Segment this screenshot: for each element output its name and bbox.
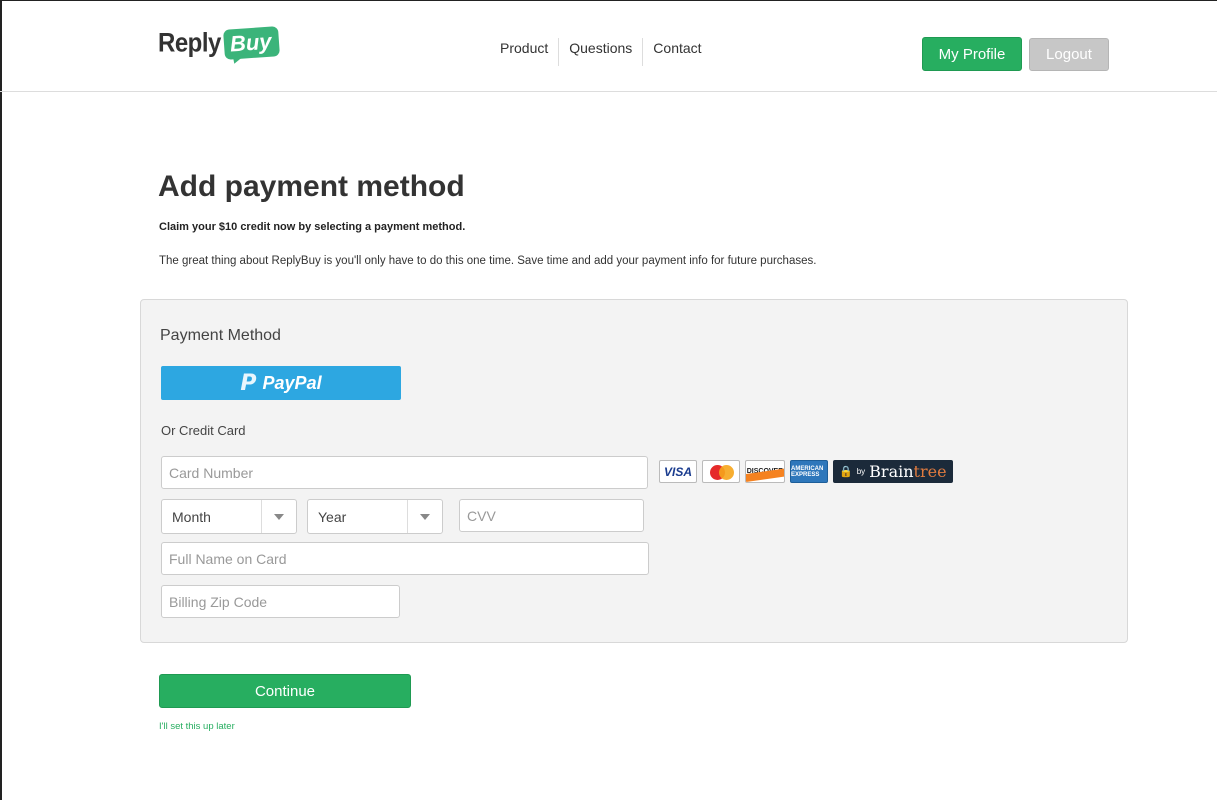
nav-contact-link[interactable]: Contact xyxy=(642,38,711,66)
skip-setup-link[interactable]: I'll set this up later xyxy=(159,721,235,732)
credit-offer-text: Claim your $10 credit now by selecting a… xyxy=(159,221,466,233)
cvv-input[interactable]: CVV xyxy=(459,499,644,532)
mastercard-icon xyxy=(702,460,740,483)
card-name-input[interactable]: Full Name on Card xyxy=(161,542,649,575)
expiry-month-select[interactable]: Month xyxy=(161,499,297,534)
my-profile-button[interactable]: My Profile xyxy=(922,37,1022,71)
paypal-icon: P xyxy=(240,370,257,396)
logo-badge: Buy xyxy=(222,26,280,66)
paypal-label: PayPal xyxy=(262,372,322,393)
expiry-year-select[interactable]: Year xyxy=(307,499,443,534)
discover-icon: DISCOVER xyxy=(745,460,785,483)
braintree-tree: tree xyxy=(913,462,947,481)
chevron-down-icon xyxy=(407,500,442,533)
logo-text-reply: Reply xyxy=(158,28,221,59)
page-title: Add payment method xyxy=(158,170,465,203)
logout-button[interactable]: Logout xyxy=(1029,38,1109,71)
month-select-label: Month xyxy=(172,508,211,525)
replybuy-logo[interactable]: Reply Buy xyxy=(158,24,280,72)
braintree-brain: Brain xyxy=(869,462,914,481)
site-header: Reply Buy Product Questions Contact My P… xyxy=(0,0,1217,92)
window-border-left xyxy=(0,0,2,800)
lock-icon: 🔒 xyxy=(839,465,853,478)
braintree-by: by xyxy=(856,467,866,476)
payment-method-heading: Payment Method xyxy=(160,327,281,344)
main-nav: Product Questions Contact xyxy=(490,38,712,66)
chevron-down-icon xyxy=(261,500,296,533)
nav-product-link[interactable]: Product xyxy=(490,38,558,66)
credit-card-label: Or Credit Card xyxy=(161,423,246,438)
accepted-cards: VISA DISCOVER AMERICAN EXPRESS 🔒 by Brai… xyxy=(659,460,953,483)
billing-zip-input[interactable]: Billing Zip Code xyxy=(161,585,400,618)
paypal-button[interactable]: P PayPal xyxy=(161,366,401,400)
intro-description: The great thing about ReplyBuy is you'll… xyxy=(159,255,817,267)
year-select-label: Year xyxy=(318,508,347,525)
braintree-badge: 🔒 by Brain tree xyxy=(833,460,953,483)
card-number-input[interactable]: Card Number xyxy=(161,456,648,489)
amex-icon: AMERICAN EXPRESS xyxy=(790,460,828,483)
visa-icon: VISA xyxy=(659,460,697,483)
continue-button[interactable]: Continue xyxy=(159,674,411,708)
payment-method-panel: Payment Method P PayPal Or Credit Card C… xyxy=(140,299,1128,643)
nav-questions-link[interactable]: Questions xyxy=(558,38,642,66)
